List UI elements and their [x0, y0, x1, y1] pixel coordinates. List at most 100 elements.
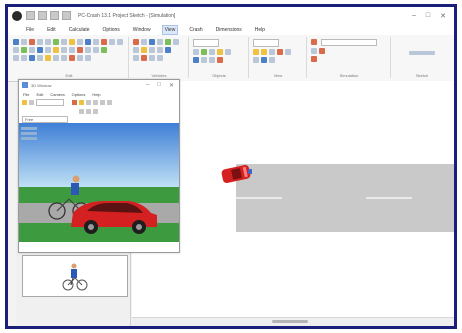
tab-calculate[interactable]: Calculate — [67, 26, 92, 34]
pedestrian-icon[interactable] — [157, 39, 163, 45]
view-fit-icon[interactable] — [285, 49, 291, 55]
object-type-select[interactable] — [193, 39, 219, 47]
truck-icon[interactable] — [141, 39, 147, 45]
car-icon[interactable] — [133, 39, 139, 45]
3d-rotate-icon[interactable] — [100, 100, 105, 105]
seq-icon[interactable] — [165, 47, 171, 53]
mirror-icon[interactable] — [85, 47, 91, 53]
quick-access-undo-icon[interactable] — [62, 11, 71, 20]
tree-icon[interactable] — [193, 49, 199, 55]
lane-icon[interactable] — [201, 57, 207, 63]
minimize-icon[interactable]: – — [412, 12, 416, 20]
tab-file[interactable]: File — [24, 26, 36, 34]
copy-icon[interactable] — [37, 39, 43, 45]
stop-icon[interactable] — [101, 39, 107, 45]
delete-icon[interactable] — [61, 39, 67, 45]
sim-step-icon[interactable] — [311, 48, 317, 54]
line-tool-icon[interactable] — [13, 47, 19, 53]
3d-pause-icon[interactable] — [86, 108, 91, 114]
3d-close-icon[interactable]: ✕ — [169, 82, 174, 89]
pan-icon[interactable] — [93, 39, 99, 45]
scrollbar-thumb[interactable] — [272, 320, 308, 323]
tab-dimensions[interactable]: Dimensions — [214, 26, 244, 34]
scale-icon[interactable] — [93, 47, 99, 53]
impact-icon[interactable] — [141, 55, 147, 61]
align-icon[interactable] — [61, 47, 67, 53]
vehicle-props-icon[interactable] — [133, 47, 139, 53]
maximize-icon[interactable]: □ — [426, 12, 430, 20]
zoom-icon[interactable] — [85, 39, 91, 45]
measure-icon[interactable] — [77, 39, 83, 45]
3d-menu-file[interactable]: File — [23, 92, 29, 97]
brake-icon[interactable] — [149, 47, 155, 53]
crash-icon[interactable] — [133, 55, 139, 61]
3d-view-dropdown[interactable] — [36, 99, 64, 106]
kinematics-icon[interactable] — [149, 55, 155, 61]
trajectory-icon[interactable] — [157, 55, 163, 61]
road-icon[interactable] — [193, 57, 199, 63]
tab-view[interactable]: View — [161, 24, 179, 35]
snap-icon[interactable] — [13, 55, 19, 61]
group-icon[interactable] — [69, 47, 75, 53]
vehicle-db-icon[interactable] — [173, 39, 179, 45]
erase-icon[interactable] — [69, 55, 75, 61]
horizontal-scrollbar[interactable] — [132, 317, 454, 326]
tab-crash[interactable]: Crash — [187, 26, 204, 34]
quick-access-open-icon[interactable] — [38, 11, 47, 20]
lock-icon[interactable] — [21, 55, 27, 61]
quick-access-save-icon[interactable] — [50, 11, 59, 20]
3d-snapshot-icon[interactable] — [79, 100, 84, 105]
steer-icon[interactable] — [157, 47, 163, 53]
order-back-icon[interactable] — [61, 55, 67, 61]
3d-zoom-in-icon[interactable] — [86, 100, 91, 105]
text-tool-icon[interactable] — [37, 47, 43, 53]
rotate-tool-icon[interactable] — [29, 39, 35, 45]
bike-icon[interactable] — [149, 39, 155, 45]
tire-icon[interactable] — [141, 47, 147, 53]
close-icon[interactable]: ✕ — [440, 12, 446, 20]
view-bg-icon[interactable] — [269, 57, 275, 63]
arc-tool-icon[interactable] — [29, 47, 35, 53]
barrier-icon[interactable] — [217, 57, 223, 63]
simulate-icon[interactable] — [311, 39, 317, 45]
add-vehicle-icon[interactable] — [53, 39, 59, 45]
marker-icon[interactable] — [69, 39, 75, 45]
sim-reset-icon[interactable] — [319, 48, 325, 54]
tab-window[interactable]: Window — [131, 26, 153, 34]
3d-light-icon[interactable] — [29, 100, 34, 105]
3d-menu-camera[interactable]: Camera — [50, 92, 64, 97]
3d-maximize-icon[interactable]: □ — [157, 82, 161, 89]
view-top-icon[interactable] — [253, 49, 259, 55]
tab-options[interactable]: Options — [101, 26, 122, 34]
quick-access-new-icon[interactable] — [26, 11, 35, 20]
traffic-light-icon[interactable] — [217, 49, 223, 55]
3d-camera-icon[interactable] — [22, 100, 27, 105]
view-grid-icon[interactable] — [253, 57, 259, 63]
order-front-icon[interactable] — [53, 55, 59, 61]
drawing-canvas[interactable] — [132, 81, 454, 318]
cyclist-thumbnail[interactable] — [22, 255, 128, 297]
paste-icon[interactable] — [45, 39, 51, 45]
show-icon[interactable] — [37, 55, 43, 61]
3d-minimize-icon[interactable]: – — [146, 82, 149, 89]
dimension-tool-icon[interactable] — [45, 47, 51, 53]
3d-viewport[interactable] — [19, 123, 179, 242]
sim-play-icon[interactable] — [311, 56, 317, 62]
view-side-icon[interactable] — [261, 49, 267, 55]
3d-pan-icon[interactable] — [107, 100, 112, 105]
tab-edit[interactable]: Edit — [45, 26, 58, 34]
pole-icon[interactable] — [225, 49, 231, 55]
house-icon[interactable] — [201, 49, 207, 55]
3d-zoom-out-icon[interactable] — [93, 100, 98, 105]
view-layers-icon[interactable] — [261, 57, 267, 63]
info-icon[interactable] — [85, 55, 91, 61]
view-record-icon[interactable] — [277, 49, 283, 55]
move-tool-icon[interactable] — [21, 39, 27, 45]
sign-icon[interactable] — [209, 49, 215, 55]
3d-record-icon[interactable] — [72, 100, 77, 105]
ungroup-icon[interactable] — [77, 47, 83, 53]
view-select[interactable] — [253, 39, 279, 47]
curb-icon[interactable] — [209, 57, 215, 63]
3d-menu-edit[interactable]: Edit — [36, 92, 43, 97]
view-3d-icon[interactable] — [269, 49, 275, 55]
